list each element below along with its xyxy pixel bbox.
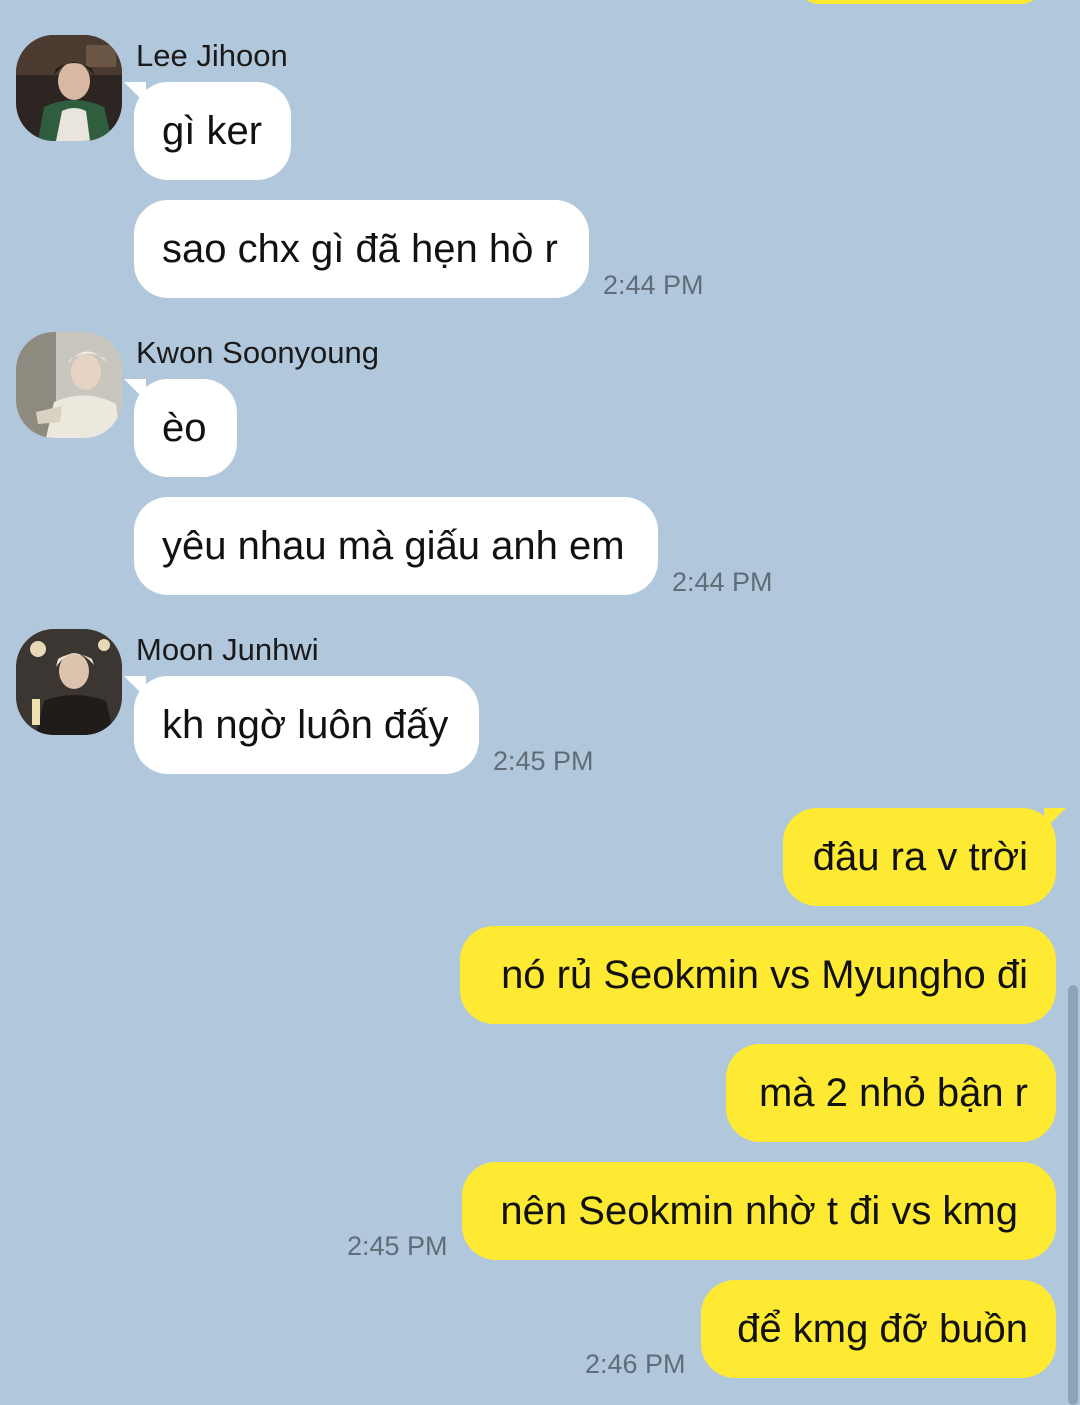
message-text: nên Seokmin nhờ t đi vs kmg xyxy=(500,1189,1018,1233)
message-text: èo xyxy=(162,406,207,450)
message-bubble[interactable]: sao chx gì đã hẹn hò r xyxy=(134,200,589,298)
message-bubble[interactable]: èo xyxy=(124,379,237,477)
sender-name: Lee Jihoon xyxy=(136,38,288,73)
outgoing-message-bubble[interactable]: đâu ra v trời xyxy=(783,808,1066,906)
message-bubble[interactable]: yêu nhau mà giấu anh em xyxy=(134,497,658,595)
message-text: để kmg đỡ buồn xyxy=(737,1307,1028,1351)
sender-name: Kwon Soonyoung xyxy=(136,335,380,370)
bubble-tail xyxy=(124,379,146,401)
avatar-moon-junhwi[interactable] xyxy=(16,629,122,735)
message-text: nó rủ Seokmin vs Myungho đi xyxy=(501,953,1028,997)
bubble-tail xyxy=(1044,808,1066,830)
bubble-tail xyxy=(124,82,146,104)
profile-photo-icon xyxy=(16,629,122,735)
message-timestamp: 2:44 PM xyxy=(603,270,704,300)
message-text: kh ngờ luôn đấy xyxy=(162,703,449,747)
scrollbar[interactable] xyxy=(1068,985,1078,1405)
sender-name: Moon Junhwi xyxy=(136,632,319,667)
profile-photo-icon xyxy=(16,332,122,438)
message-timestamp: 2:44 PM xyxy=(672,567,773,597)
outgoing-message-bubble[interactable]: nên Seokmin nhờ t đi vs kmg xyxy=(462,1162,1056,1260)
previous-outgoing-bubble-edge xyxy=(800,0,1040,4)
message-timestamp: 2:46 PM xyxy=(585,1349,686,1379)
message-bubble[interactable]: kh ngờ luôn đấy xyxy=(124,676,479,774)
outgoing-message-bubble[interactable]: nó rủ Seokmin vs Myungho đi xyxy=(460,926,1056,1024)
outgoing-message-bubble[interactable]: mà 2 nhỏ bận r xyxy=(726,1044,1056,1142)
message-bubble[interactable]: gì ker xyxy=(124,82,291,180)
message-timestamp: 2:45 PM xyxy=(493,746,594,776)
avatar-lee-jihoon[interactable] xyxy=(16,35,122,141)
message-text: sao chx gì đã hẹn hò r xyxy=(162,227,558,271)
message-text: gì ker xyxy=(162,109,263,153)
message-text: mà 2 nhỏ bận r xyxy=(758,1071,1028,1115)
message-text: yêu nhau mà giấu anh em xyxy=(162,524,625,568)
avatar-kwon-soonyoung[interactable] xyxy=(16,332,122,438)
message-text: đâu ra v trời xyxy=(812,835,1028,879)
bubble-tail xyxy=(124,676,146,698)
profile-photo-icon xyxy=(16,35,122,141)
message-timestamp: 2:45 PM xyxy=(347,1231,448,1261)
outgoing-message-bubble[interactable]: để kmg đỡ buồn xyxy=(701,1280,1056,1378)
